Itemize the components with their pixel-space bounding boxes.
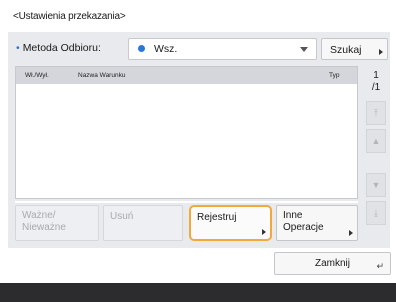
column-header-condition-name: Nazwa Warunku xyxy=(78,72,126,79)
delete-label: Usuń xyxy=(110,211,134,222)
search-button-label: Szukaj xyxy=(330,44,362,56)
first-page-icon[interactable]: ⤒ xyxy=(366,101,386,125)
list-footer-line xyxy=(15,201,358,203)
register-button[interactable]: Rejestruj xyxy=(189,205,272,241)
column-header-on-off: Wł./Wył. xyxy=(25,72,49,79)
other-operations-button[interactable]: Inne Operacje xyxy=(276,205,358,241)
column-header-type: Typ xyxy=(329,72,340,79)
method-select[interactable]: Wsz. xyxy=(128,38,317,60)
page-indicator: 1 /1 xyxy=(366,70,386,94)
method-select-value: Wsz. xyxy=(154,43,178,55)
valid-invalid-label: Ważne/ Nieważne xyxy=(22,210,66,233)
next-page-icon[interactable]: ▼ xyxy=(366,173,386,197)
method-label-text: Metoda Odbioru: xyxy=(22,42,101,54)
valid-invalid-button[interactable]: Ważne/ Nieważne xyxy=(15,205,99,241)
label-bullet-icon: • xyxy=(16,42,20,54)
method-label: • Metoda Odbioru: xyxy=(16,42,101,54)
last-page-icon[interactable]: ⤓ xyxy=(366,201,386,225)
screen-title: <Ustawienia przekazania> xyxy=(13,11,126,22)
submenu-arrow-icon xyxy=(379,49,383,55)
list-header: Wł./Wył. Nazwa Warunku Typ xyxy=(16,67,357,84)
dropdown-caret-icon xyxy=(300,47,308,52)
conditions-list[interactable]: Wł./Wył. Nazwa Warunku Typ xyxy=(15,66,358,199)
delete-button[interactable]: Usuń xyxy=(103,205,183,241)
close-button[interactable]: Zamknij ↵ xyxy=(274,252,391,275)
search-button[interactable]: Szukaj xyxy=(321,38,388,60)
page-current: 1 xyxy=(373,70,379,81)
register-label: Rejestruj xyxy=(197,212,237,223)
prev-page-icon[interactable]: ▲ xyxy=(366,129,386,153)
selected-bullet-icon xyxy=(138,45,145,52)
bottom-status-bar xyxy=(0,283,396,302)
other-operations-label: Inne Operacje xyxy=(283,210,324,233)
return-key-icon: ↵ xyxy=(376,261,384,271)
submenu-arrow-icon xyxy=(262,229,266,235)
page-total: /1 xyxy=(371,82,381,93)
submenu-arrow-icon xyxy=(349,230,353,236)
close-label: Zamknij xyxy=(314,258,350,269)
